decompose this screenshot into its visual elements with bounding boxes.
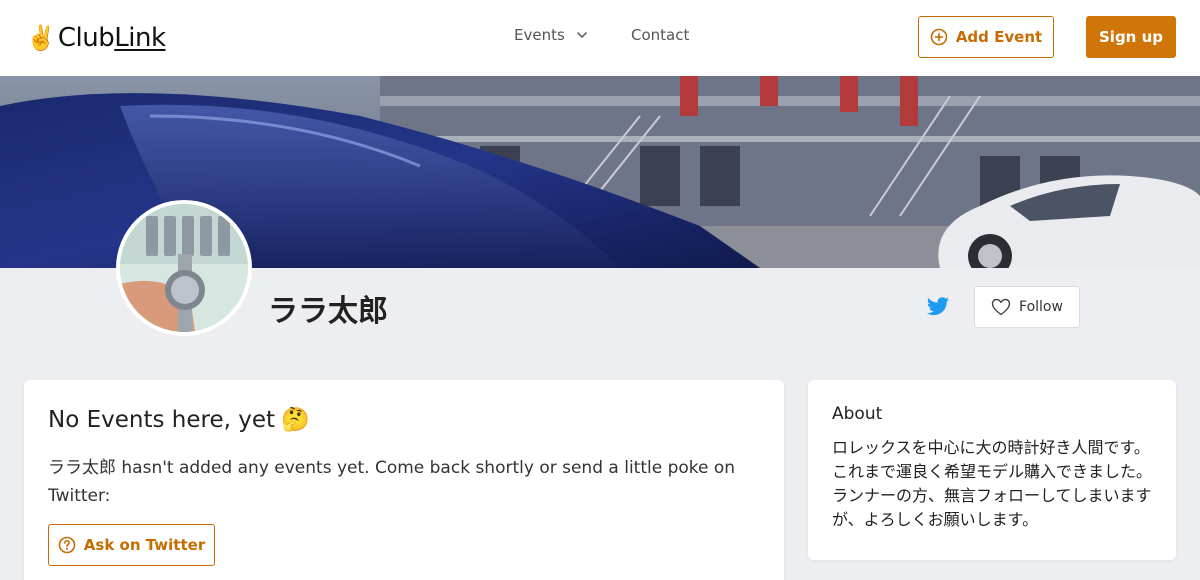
events-card: No Events here, yet 🤔 ララ太郎 hasn't added … <box>24 380 784 580</box>
ask-on-twitter-button[interactable]: Ask on Twitter <box>48 524 215 566</box>
avatar-photo <box>120 204 248 332</box>
logo-word-link: Link <box>114 23 166 53</box>
question-circle-icon <box>58 536 76 554</box>
events-card-title-text: No Events here, yet <box>48 406 276 433</box>
heart-icon <box>991 298 1011 316</box>
events-card-title: No Events here, yet 🤔 <box>48 406 310 434</box>
thinking-face-icon: 🤔 <box>281 407 310 433</box>
twitter-icon <box>927 297 949 316</box>
logo-wordmark: ClubLink <box>58 23 166 53</box>
top-header: ✌️ ClubLink Events Contact Add Event Sig… <box>0 0 1200 76</box>
plus-circle-icon <box>930 28 948 46</box>
follow-label: Follow <box>1019 299 1063 315</box>
about-card-title: About <box>832 404 883 424</box>
victory-hand-icon: ✌️ <box>26 24 56 52</box>
about-card: About ロレックスを中心に大の時計好き人間です。これまで運良く希望モデル購入… <box>808 380 1176 560</box>
profile-name: ララ太郎 <box>268 294 388 329</box>
chevron-down-icon <box>576 32 587 38</box>
about-card-body: ロレックスを中心に大の時計好き人間です。これまで運良く希望モデル購入できました。… <box>832 438 1153 529</box>
nav-contact-link[interactable]: Contact <box>631 26 689 44</box>
add-event-button[interactable]: Add Event <box>918 16 1054 58</box>
nav-events-dropdown[interactable]: Events <box>514 26 589 44</box>
twitter-profile-link[interactable] <box>926 296 950 318</box>
clublink-logo[interactable]: ✌️ ClubLink <box>26 20 166 56</box>
nav-events-label: Events <box>514 26 565 44</box>
signup-button[interactable]: Sign up <box>1086 16 1176 58</box>
ask-on-twitter-label: Ask on Twitter <box>83 536 206 554</box>
follow-button[interactable]: Follow <box>974 286 1080 328</box>
add-event-label: Add Event <box>955 28 1043 46</box>
profile-avatar <box>116 200 252 336</box>
events-card-description: ララ太郎 hasn't added any events yet. Come b… <box>48 458 736 506</box>
logo-word-club: Club <box>57 23 115 53</box>
avatar-illustration <box>120 204 248 332</box>
